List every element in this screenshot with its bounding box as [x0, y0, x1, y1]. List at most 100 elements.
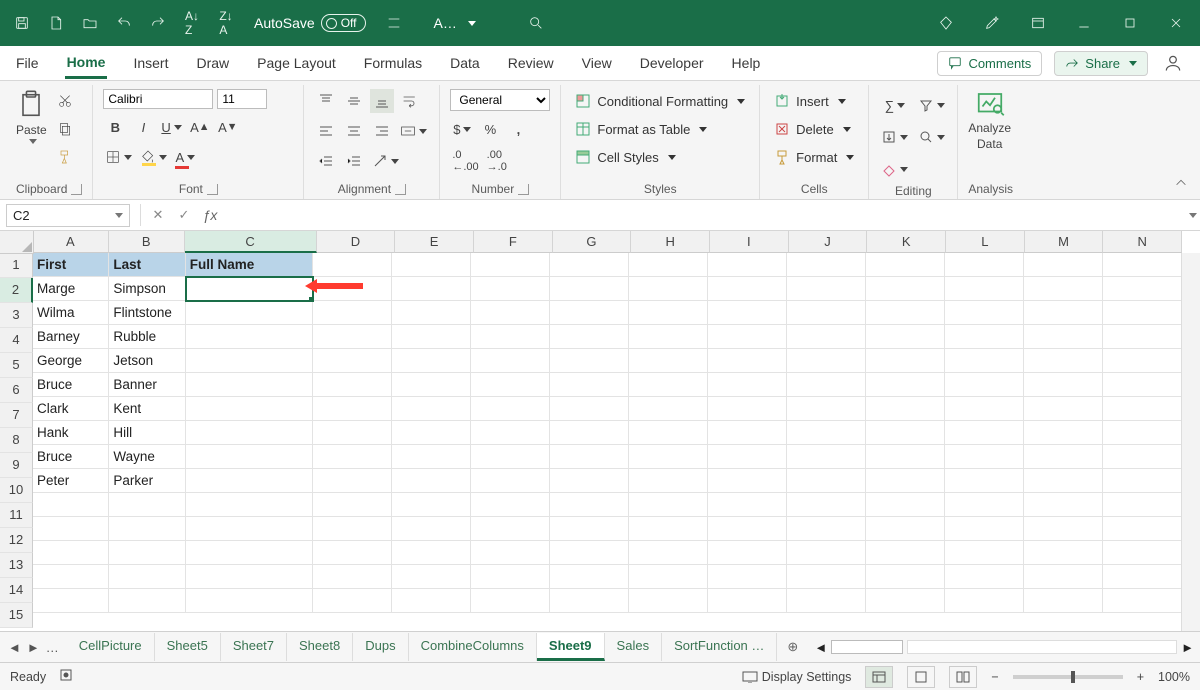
cell[interactable] [313, 445, 392, 469]
cell[interactable] [550, 541, 629, 565]
autosave-toggle[interactable]: AutoSave Off [254, 14, 366, 32]
horizontal-scrollbar[interactable]: ◄► [808, 640, 1200, 655]
cell[interactable] [708, 349, 787, 373]
cell[interactable] [629, 493, 708, 517]
cell[interactable] [471, 373, 550, 397]
bold-button[interactable]: B [103, 115, 127, 139]
cell[interactable] [1024, 493, 1103, 517]
cell[interactable] [186, 277, 313, 301]
cell[interactable]: Clark [33, 397, 109, 421]
cell[interactable]: Peter [33, 469, 109, 493]
sheet-tab[interactable]: Sheet8 [287, 633, 353, 661]
sheet-tab[interactable]: Sheet5 [155, 633, 221, 661]
pen-sparkle-icon[interactable] [976, 7, 1008, 39]
cell[interactable] [629, 397, 708, 421]
row-header[interactable]: 5 [0, 353, 33, 378]
cell[interactable]: Full Name [186, 253, 313, 277]
cell[interactable] [471, 397, 550, 421]
cell[interactable] [787, 589, 866, 613]
cell[interactable]: Last [109, 253, 185, 277]
orientation-icon[interactable] [370, 149, 401, 173]
cell[interactable] [109, 541, 185, 565]
column-header[interactable]: H [631, 231, 710, 253]
cell[interactable]: Rubble [109, 325, 185, 349]
cell[interactable] [787, 397, 866, 421]
number-format-select[interactable]: General [450, 89, 550, 111]
cell[interactable] [945, 373, 1024, 397]
page-break-view-icon[interactable] [949, 666, 977, 688]
cell[interactable] [33, 589, 109, 613]
cell[interactable]: Barney [33, 325, 109, 349]
underline-button[interactable]: U [159, 115, 183, 139]
macro-record-icon[interactable] [60, 669, 76, 684]
increase-decimal-icon[interactable]: .0←.00 [450, 147, 480, 175]
align-bottom-icon[interactable] [370, 89, 394, 113]
save-icon[interactable] [8, 9, 36, 37]
cell[interactable] [1103, 517, 1182, 541]
cell[interactable] [1103, 253, 1182, 277]
sheet-tab[interactable]: Sheet7 [221, 633, 287, 661]
sheet-tab[interactable]: Dups [353, 633, 408, 661]
cell[interactable] [471, 469, 550, 493]
cell[interactable] [1024, 373, 1103, 397]
cell[interactable] [392, 517, 471, 541]
tab-formulas[interactable]: Formulas [362, 49, 424, 77]
enter-formula-icon[interactable]: ✓ [171, 202, 197, 228]
cell[interactable] [313, 397, 392, 421]
cell[interactable] [629, 301, 708, 325]
column-header[interactable]: M [1025, 231, 1104, 253]
cell[interactable] [471, 301, 550, 325]
cell[interactable] [708, 469, 787, 493]
cell[interactable] [866, 493, 945, 517]
cell[interactable] [787, 493, 866, 517]
cell[interactable] [471, 445, 550, 469]
copy-icon[interactable] [53, 117, 77, 141]
display-settings-button[interactable]: Display Settings [742, 670, 852, 684]
cell[interactable] [313, 373, 392, 397]
cell[interactable] [1103, 325, 1182, 349]
tab-help[interactable]: Help [730, 49, 763, 77]
cell[interactable] [866, 541, 945, 565]
cell[interactable] [866, 373, 945, 397]
cell[interactable] [787, 565, 866, 589]
document-title[interactable]: A… [434, 15, 476, 31]
zoom-out-icon[interactable]: − [991, 670, 998, 684]
cell[interactable]: Hill [109, 421, 185, 445]
sheet-nav-next-icon[interactable]: ► [27, 640, 40, 655]
cell[interactable] [471, 277, 550, 301]
cell[interactable] [471, 253, 550, 277]
dialog-launcher-icon[interactable] [518, 184, 529, 195]
open-folder-icon[interactable] [76, 9, 104, 37]
cell[interactable] [866, 277, 945, 301]
font-name-input[interactable] [103, 89, 213, 109]
cell[interactable] [866, 469, 945, 493]
new-file-icon[interactable] [42, 9, 70, 37]
cell[interactable] [866, 349, 945, 373]
cell[interactable] [945, 397, 1024, 421]
comments-button[interactable]: Comments [937, 51, 1042, 76]
cell[interactable] [186, 325, 313, 349]
sort-desc-icon[interactable]: Z↓A [212, 9, 240, 37]
column-header[interactable]: G [553, 231, 632, 253]
cell[interactable] [392, 589, 471, 613]
cell[interactable] [708, 493, 787, 517]
column-header[interactable]: C [185, 231, 317, 253]
diamond-icon[interactable] [930, 7, 962, 39]
align-middle-icon[interactable] [342, 89, 366, 113]
sort-asc-icon[interactable]: A↓Z [178, 9, 206, 37]
cell[interactable] [945, 541, 1024, 565]
cell[interactable] [313, 469, 392, 493]
cell[interactable] [471, 517, 550, 541]
cell[interactable] [550, 421, 629, 445]
accounting-format-icon[interactable]: $ [450, 117, 474, 141]
cell[interactable] [186, 469, 313, 493]
cell[interactable] [945, 589, 1024, 613]
cell[interactable] [945, 469, 1024, 493]
ribbon-display-icon[interactable] [1022, 7, 1054, 39]
cell[interactable] [629, 421, 708, 445]
cell[interactable] [1024, 277, 1103, 301]
cell[interactable] [1024, 445, 1103, 469]
align-left-icon[interactable] [314, 119, 338, 143]
cell[interactable] [471, 325, 550, 349]
cell[interactable] [471, 541, 550, 565]
